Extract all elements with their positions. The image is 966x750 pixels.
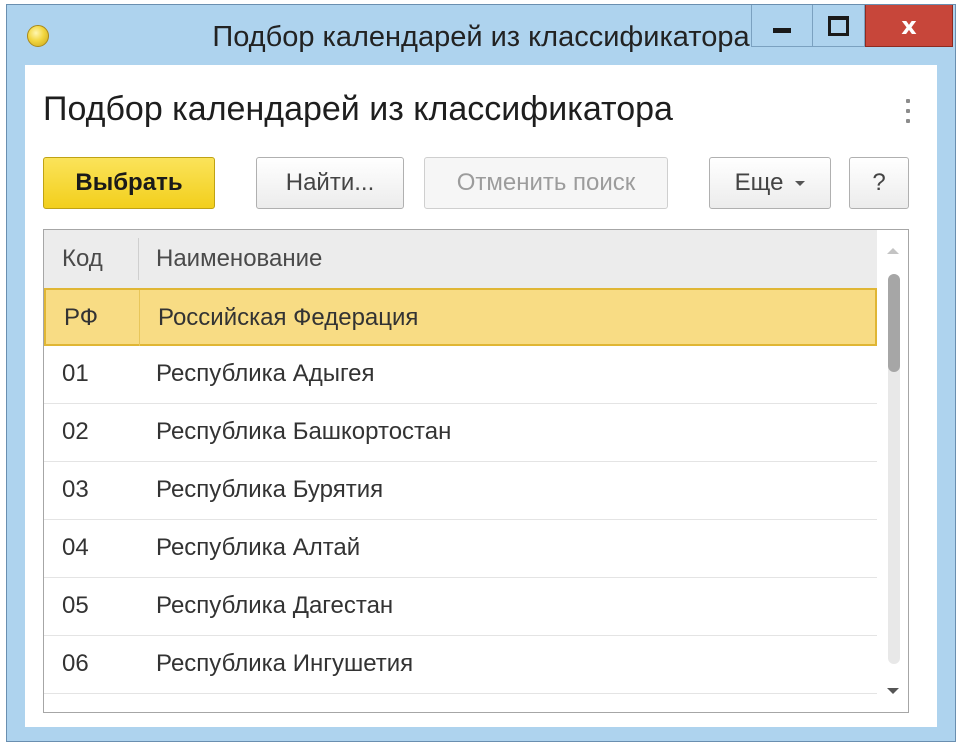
app-window: Подбор календарей из классификатора x По… bbox=[6, 4, 956, 742]
table-body: РФ Российская Федерация 01 Республика Ад… bbox=[44, 288, 877, 694]
help-button-label: ? bbox=[872, 169, 886, 196]
cancel-search-button[interactable]: Отменить поиск bbox=[424, 157, 668, 209]
table-row[interactable]: 06 Республика Ингушетия bbox=[44, 636, 877, 694]
cell-name: Республика Адыгея bbox=[156, 360, 375, 387]
page-title: Подбор календарей из классификатора bbox=[43, 90, 673, 128]
scroll-down-icon[interactable] bbox=[887, 688, 899, 694]
kebab-menu-icon[interactable] bbox=[905, 99, 911, 123]
kebab-dot bbox=[906, 119, 910, 123]
column-header-name[interactable]: Наименование bbox=[156, 230, 322, 288]
select-button-label: Выбрать bbox=[75, 169, 183, 196]
title-bar[interactable]: Подбор календарей из классификатора x bbox=[7, 5, 955, 65]
cell-name: Республика Алтай bbox=[156, 534, 361, 561]
cancel-search-button-label: Отменить поиск bbox=[456, 169, 636, 196]
scroll-thumb[interactable] bbox=[888, 274, 900, 372]
form-body: Подбор календарей из классификатора Выбр… bbox=[25, 65, 937, 727]
kebab-dot bbox=[906, 109, 910, 113]
find-button-label: Найти... bbox=[285, 169, 375, 196]
cell-code: 03 bbox=[62, 476, 89, 503]
cell-name: Республика Дагестан bbox=[156, 592, 394, 619]
cell-code: 04 bbox=[62, 534, 89, 561]
cell-name: Республика Бурятия bbox=[156, 476, 384, 503]
classifier-table[interactable]: Код Наименование РФ Российская Федерация… bbox=[43, 229, 909, 713]
cell-code: 01 bbox=[62, 360, 89, 387]
maximize-button[interactable] bbox=[813, 5, 865, 47]
minimize-icon bbox=[773, 28, 791, 33]
select-button[interactable]: Выбрать bbox=[43, 157, 215, 209]
cell-code: 02 bbox=[62, 418, 89, 445]
more-button[interactable]: Еще bbox=[709, 157, 831, 209]
column-divider[interactable] bbox=[138, 238, 139, 280]
minimize-button[interactable] bbox=[751, 5, 813, 47]
table-header: Код Наименование bbox=[44, 230, 877, 289]
scroll-up-icon[interactable] bbox=[887, 248, 899, 254]
table-row[interactable]: 05 Республика Дагестан bbox=[44, 578, 877, 636]
table-row[interactable]: 03 Республика Бурятия bbox=[44, 462, 877, 520]
cell-name: Российская Федерация bbox=[158, 304, 419, 331]
table-row[interactable]: 02 Республика Башкортостан bbox=[44, 404, 877, 462]
maximize-icon bbox=[828, 15, 849, 36]
help-button[interactable]: ? bbox=[849, 157, 909, 209]
cell-code: 05 bbox=[62, 592, 89, 619]
cell-code: 06 bbox=[62, 650, 89, 677]
close-button[interactable]: x bbox=[865, 5, 953, 47]
table-row-selected[interactable]: РФ Российская Федерация bbox=[44, 288, 877, 346]
chevron-down-icon bbox=[795, 180, 806, 186]
close-icon: x bbox=[901, 11, 917, 40]
table-row[interactable]: 04 Республика Алтай bbox=[44, 520, 877, 578]
kebab-dot bbox=[906, 99, 910, 103]
cell-name: Республика Башкортостан bbox=[156, 418, 452, 445]
vertical-scrollbar[interactable] bbox=[877, 230, 908, 712]
cell-name: Республика Ингушетия bbox=[156, 650, 414, 677]
more-button-label: Еще bbox=[734, 169, 784, 196]
find-button[interactable]: Найти... bbox=[256, 157, 404, 209]
cell-code: РФ bbox=[46, 290, 140, 346]
table-row[interactable]: 01 Республика Адыгея bbox=[44, 346, 877, 404]
column-header-code[interactable]: Код bbox=[62, 230, 103, 288]
